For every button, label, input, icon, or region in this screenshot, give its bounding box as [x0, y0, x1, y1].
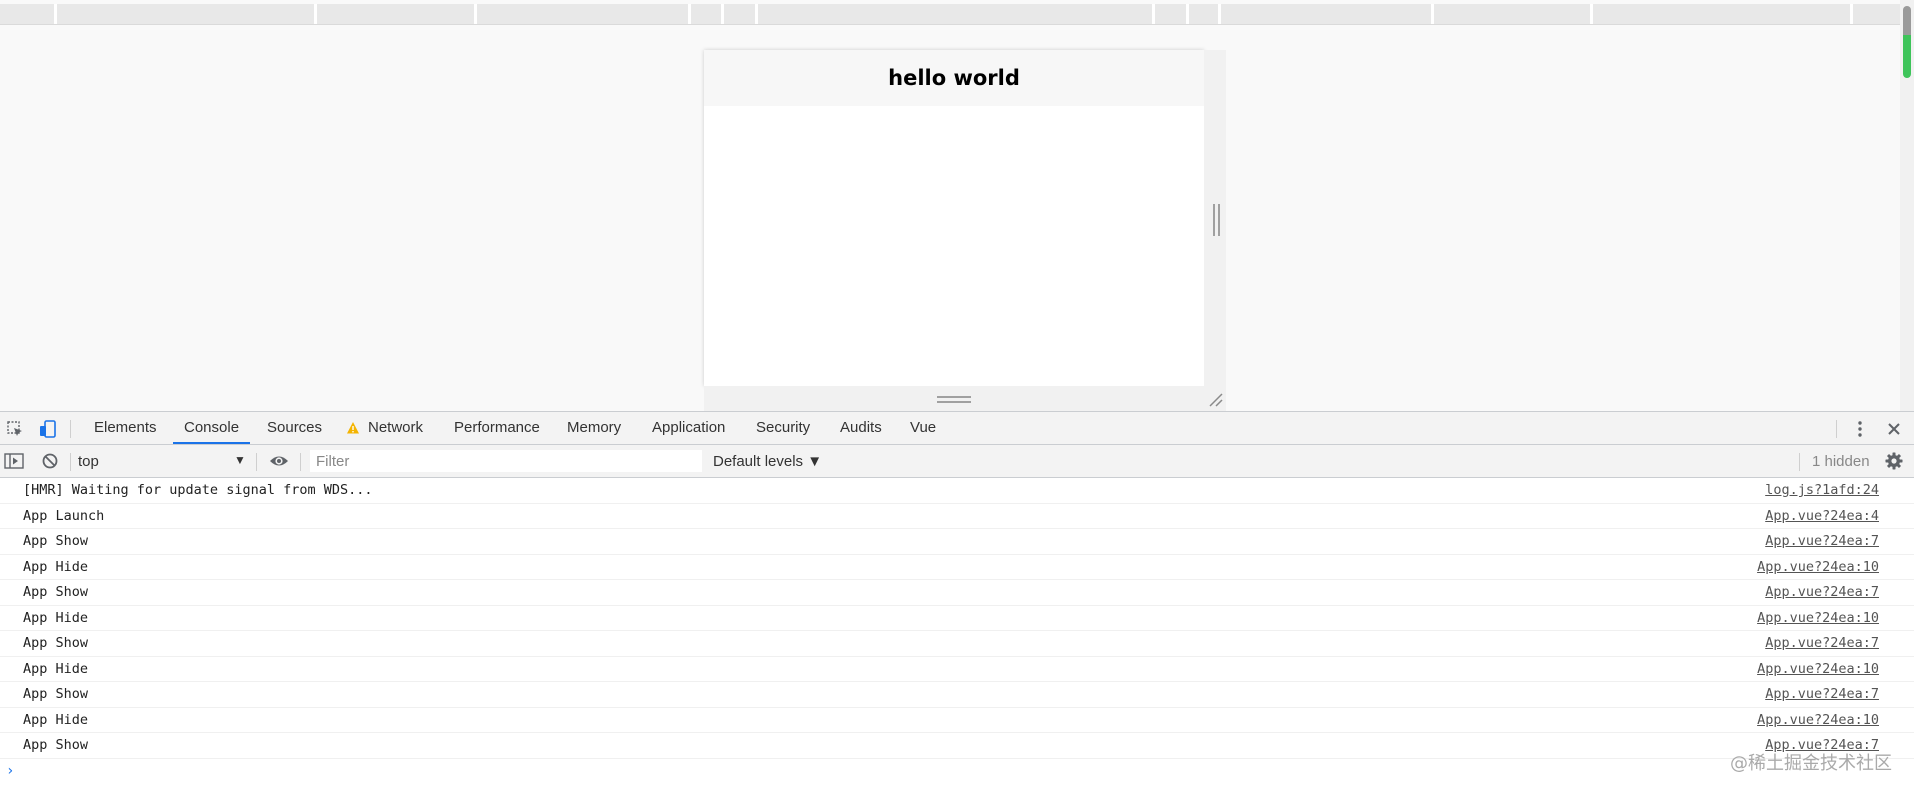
clear-console-icon[interactable] [39, 450, 61, 472]
console-prompt[interactable]: › [6, 763, 14, 779]
tab-vue[interactable]: Vue [899, 412, 947, 444]
watermark: @稀土掘金技术社区 [1730, 753, 1892, 774]
context-selector-value: top [78, 453, 99, 470]
resize-corner-icon[interactable] [1206, 390, 1224, 408]
hidden-messages-count: 1 hidden [1812, 453, 1870, 470]
source-link[interactable]: App.vue?24ea:4 [1765, 504, 1879, 529]
console-row: App Show App.vue?24ea:7 [0, 682, 1914, 708]
console-row: App Hide App.vue?24ea:10 [0, 708, 1914, 733]
tab-memory[interactable]: Memory [556, 412, 632, 444]
console-row: App Hide App.vue?24ea:10 [0, 606, 1914, 631]
console-message: App Hide [23, 609, 89, 626]
console-message: App Show [23, 737, 89, 753]
tab-console[interactable]: Console [173, 412, 251, 444]
more-vert-icon[interactable] [1849, 418, 1871, 440]
source-link[interactable]: App.vue?24ea:10 [1757, 606, 1879, 631]
page-viewport: hello world [0, 0, 1914, 411]
console-toolbar: top ▼ Default levels ▼ 1 hidden [0, 445, 1914, 478]
source-link[interactable]: App.vue?24ea:7 [1765, 631, 1879, 656]
emulated-device-screen[interactable]: hello world [704, 50, 1204, 386]
device-toggle-icon[interactable] [37, 418, 59, 440]
console-message: [HMR] Waiting for update signal from WDS… [23, 482, 373, 498]
source-link[interactable]: App.vue?24ea:10 [1757, 708, 1879, 733]
console-row: App Hide App.vue?24ea:10 [0, 555, 1914, 580]
console-message: App Show [23, 635, 89, 651]
tab-application[interactable]: Application [641, 412, 736, 444]
resize-handle-right[interactable] [1213, 204, 1220, 236]
console-message: App Launch [23, 507, 105, 524]
console-messages: [HMR] Waiting for update signal from WDS… [0, 478, 1914, 796]
source-link[interactable]: App.vue?24ea:10 [1757, 657, 1879, 682]
close-icon[interactable] [1883, 418, 1905, 440]
context-selector[interactable]: top [78, 452, 246, 472]
tab-security[interactable]: Security [745, 412, 821, 444]
console-message: App Hide [23, 711, 89, 728]
tab-elements[interactable]: Elements [83, 412, 168, 444]
tab-network[interactable]: Network [357, 412, 434, 444]
console-message: App Show [23, 533, 89, 549]
sidebar-toggle-icon[interactable] [3, 450, 25, 472]
console-row: App Show App.vue?24ea:7 [0, 631, 1914, 657]
console-message: App Hide [23, 558, 89, 575]
scrollbar-thumb[interactable] [1903, 6, 1911, 78]
console-row: App Show App.vue?24ea:7 [0, 733, 1914, 759]
console-message: App Show [23, 584, 89, 600]
console-filter-input[interactable] [310, 450, 702, 472]
tab-sources[interactable]: Sources [256, 412, 333, 444]
settings-gear-icon[interactable] [1883, 450, 1905, 472]
source-link[interactable]: log.js?1afd:24 [1765, 478, 1879, 503]
console-message: App Show [23, 686, 89, 702]
inspect-icon[interactable] [4, 418, 26, 440]
devtools-panel: Elements Console Sources Network Perform… [0, 411, 1914, 796]
page-title: hello world [888, 66, 1020, 90]
source-link[interactable]: App.vue?24ea:7 [1765, 682, 1879, 707]
console-row: App Hide App.vue?24ea:10 [0, 657, 1914, 682]
devtools-tabbar: Elements Console Sources Network Perform… [0, 412, 1914, 445]
device-navbar: hello world [704, 50, 1204, 106]
eye-icon[interactable] [268, 450, 290, 472]
console-row: App Show App.vue?24ea:7 [0, 529, 1914, 555]
console-row: App Launch App.vue?24ea:4 [0, 504, 1914, 529]
tab-audits[interactable]: Audits [829, 412, 893, 444]
device-ruler [0, 4, 1900, 25]
console-row: [HMR] Waiting for update signal from WDS… [0, 478, 1914, 504]
tab-performance[interactable]: Performance [443, 412, 551, 444]
log-levels-dropdown[interactable]: Default levels ▼ [713, 452, 822, 472]
console-row: App Show App.vue?24ea:7 [0, 580, 1914, 606]
console-message: App Hide [23, 660, 89, 677]
source-link[interactable]: App.vue?24ea:7 [1765, 580, 1879, 605]
resize-handle-bottom[interactable] [937, 396, 971, 403]
source-link[interactable]: App.vue?24ea:7 [1765, 529, 1879, 554]
chevron-down-icon: ▼ [234, 453, 246, 467]
source-link[interactable]: App.vue?24ea:10 [1757, 555, 1879, 580]
